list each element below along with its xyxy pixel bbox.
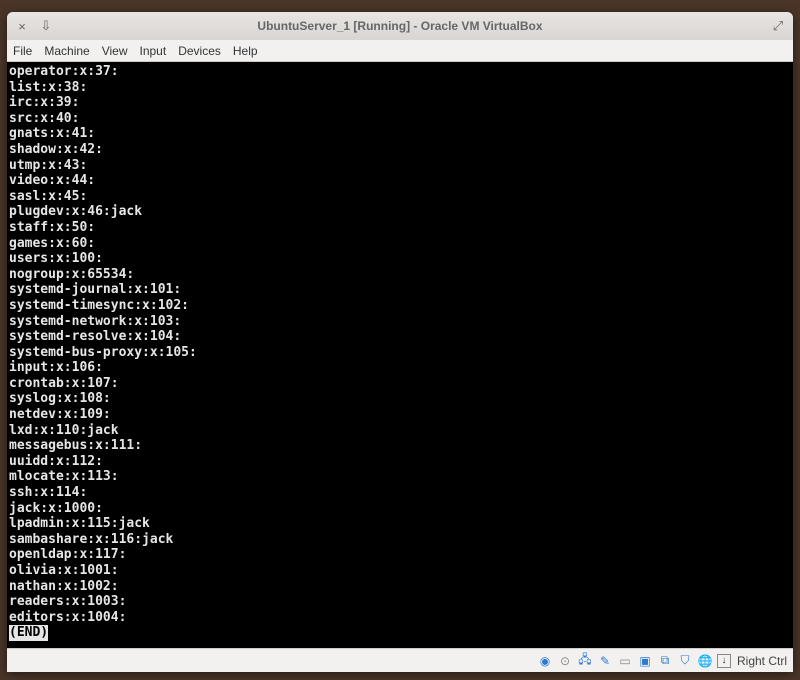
- screen-icon[interactable]: ▣: [637, 653, 653, 669]
- titlebar-right: ⤢: [771, 18, 785, 34]
- menu-view[interactable]: View: [102, 44, 128, 58]
- usb-icon[interactable]: 🖧: [577, 653, 593, 669]
- globe-icon[interactable]: 🌐: [697, 653, 713, 669]
- folder-icon[interactable]: ▭: [617, 653, 633, 669]
- vm-window: × ⇩ UbuntuServer_1 [Running] - Oracle VM…: [7, 12, 793, 672]
- menu-devices[interactable]: Devices: [178, 44, 221, 58]
- target-icon[interactable]: ⊙: [557, 653, 573, 669]
- titlebar: × ⇩ UbuntuServer_1 [Running] - Oracle VM…: [7, 12, 793, 40]
- menubar: File Machine View Input Devices Help: [7, 40, 793, 62]
- pin-icon[interactable]: ⇩: [39, 18, 53, 34]
- window-title: UbuntuServer_1 [Running] - Oracle VM Vir…: [7, 19, 793, 33]
- menu-help[interactable]: Help: [233, 44, 258, 58]
- host-key-label: Right Ctrl: [737, 654, 787, 668]
- terminal-output[interactable]: operator:x:37: list:x:38: irc:x:39: src:…: [7, 62, 793, 648]
- pencil-icon[interactable]: ✎: [597, 653, 613, 669]
- menu-input[interactable]: Input: [140, 44, 167, 58]
- statusbar: ◉ ⊙ 🖧 ✎ ▭ ▣ ⧉ ⛉ 🌐 ↓ Right Ctrl: [7, 648, 793, 672]
- titlebar-left: × ⇩: [15, 18, 53, 34]
- shield-icon[interactable]: ⛉: [677, 653, 693, 669]
- pager-end-marker: (END): [9, 625, 48, 641]
- host-capture-icon[interactable]: ↓: [717, 654, 731, 668]
- close-icon[interactable]: ×: [15, 19, 29, 34]
- menu-file[interactable]: File: [13, 44, 32, 58]
- disc-icon[interactable]: ◉: [537, 653, 553, 669]
- maximize-icon[interactable]: ⤢: [771, 18, 785, 34]
- clipboard-icon[interactable]: ⧉: [657, 653, 673, 669]
- menu-machine[interactable]: Machine: [44, 44, 89, 58]
